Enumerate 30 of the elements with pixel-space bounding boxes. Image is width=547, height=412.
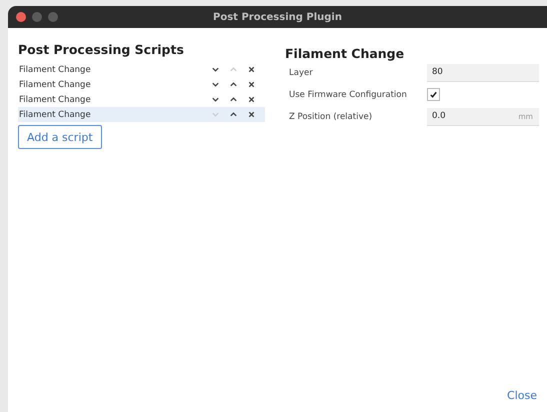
check-icon: [429, 90, 438, 99]
panel-heading: Post Processing Scripts: [18, 42, 185, 57]
close-window-button[interactable]: [16, 12, 26, 22]
move-down-icon[interactable]: [211, 80, 220, 89]
script-label: Filament Change: [19, 94, 92, 104]
add-script-button[interactable]: Add a script: [18, 125, 102, 149]
move-up-icon[interactable]: [229, 80, 238, 89]
settings-heading: Filament Change: [285, 46, 406, 61]
input-field[interactable]: 80: [427, 64, 539, 82]
remove-icon[interactable]: [247, 65, 256, 74]
move-up-icon[interactable]: [229, 110, 238, 119]
script-label: Filament Change: [19, 80, 92, 90]
setting-label: Z Position (relative): [289, 112, 374, 122]
script-label: Filament Change: [19, 64, 92, 74]
move-up-icon[interactable]: [229, 95, 238, 104]
script-item[interactable]: Filament Change: [18, 62, 265, 77]
remove-icon[interactable]: [247, 110, 256, 119]
setting-label: Use Firmware Configuration: [289, 90, 408, 100]
close-button[interactable]: Close: [505, 387, 539, 404]
setting-label: Layer: [289, 68, 314, 78]
move-down-icon[interactable]: [211, 95, 220, 104]
move-down-icon[interactable]: [211, 65, 220, 74]
script-item[interactable]: Filament Change: [18, 92, 265, 107]
script-label: Filament Change: [19, 110, 92, 120]
remove-icon[interactable]: [247, 95, 256, 104]
checkbox[interactable]: [427, 88, 440, 101]
script-item[interactable]: Filament Change: [18, 107, 265, 122]
script-item[interactable]: Filament Change: [18, 77, 265, 92]
window-title: Post Processing Plugin: [212, 12, 343, 22]
remove-icon[interactable]: [247, 80, 256, 89]
